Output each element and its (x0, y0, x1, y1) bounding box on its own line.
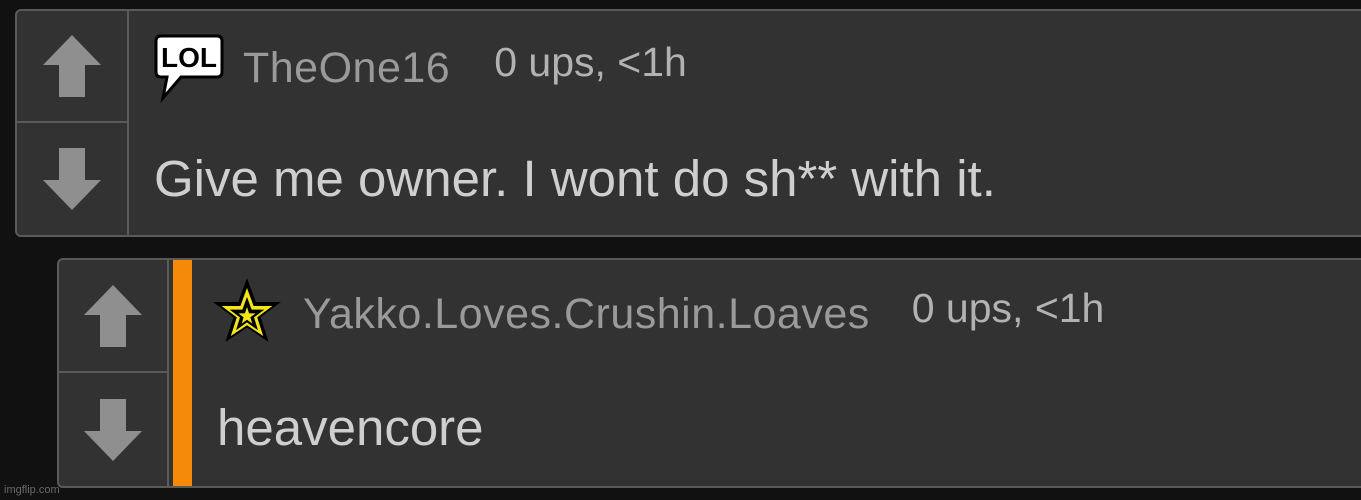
upvote-button[interactable] (17, 11, 127, 123)
arrow-down-icon (43, 148, 101, 210)
lol-speech-bubble-icon: LOL (154, 34, 224, 104)
badge-text: LOL (161, 42, 217, 73)
comment-header: Yakko.Loves.Crushin.Loaves 0 ups, <1h (209, 274, 1104, 354)
comment-meta: 0 ups, <1h (911, 284, 1105, 331)
reply-highlight-bar (173, 260, 192, 486)
arrow-down-icon (84, 398, 142, 461)
downvote-button[interactable] (59, 373, 167, 486)
arrow-up-icon (43, 35, 101, 97)
upvote-button[interactable] (59, 260, 167, 373)
reply-comment-card: Yakko.Loves.Crushin.Loaves 0 ups, <1h he… (57, 258, 1361, 488)
comment-header: LOL TheOne16 0 ups, <1h (151, 31, 687, 105)
comment-username[interactable]: TheOne16 (243, 44, 450, 93)
star-icon (213, 278, 281, 342)
vote-column (17, 11, 129, 235)
comment-meta: 0 ups, <1h (494, 38, 687, 85)
vote-column (59, 260, 169, 486)
downvote-button[interactable] (17, 123, 127, 235)
arrow-up-icon (84, 284, 142, 347)
comment-card: LOL TheOne16 0 ups, <1h Give me owner. I… (15, 9, 1361, 237)
comment-body: Give me owner. I wont do sh** with it. (154, 150, 996, 207)
comment-username[interactable]: Yakko.Loves.Crushin.Loaves (303, 290, 870, 339)
watermark: imgflip.com (4, 484, 60, 496)
comment-body: heavencore (217, 399, 484, 456)
